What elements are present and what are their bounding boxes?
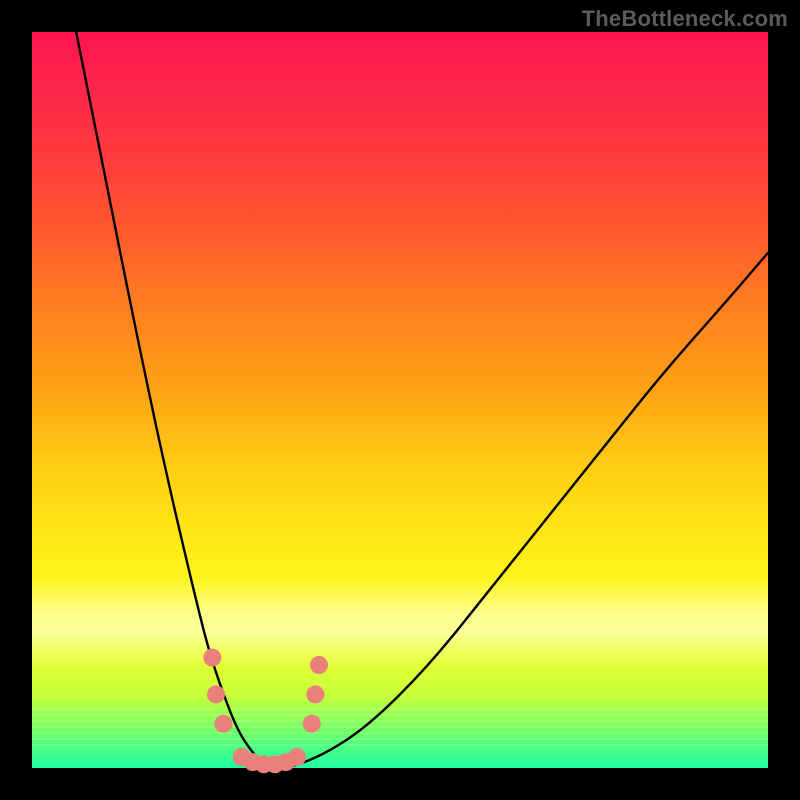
bottleneck-curve [76, 32, 768, 768]
watermark-text: TheBottleneck.com [582, 6, 788, 32]
highlight-dot [288, 748, 306, 766]
chart-frame: TheBottleneck.com [0, 0, 800, 800]
highlight-dot [203, 649, 221, 667]
highlight-dot [306, 685, 324, 703]
highlight-dot [214, 715, 232, 733]
highlight-dot [310, 656, 328, 674]
curve-layer [32, 32, 768, 768]
highlight-dot [303, 715, 321, 733]
highlight-dots [203, 649, 328, 774]
highlight-dot [207, 685, 225, 703]
